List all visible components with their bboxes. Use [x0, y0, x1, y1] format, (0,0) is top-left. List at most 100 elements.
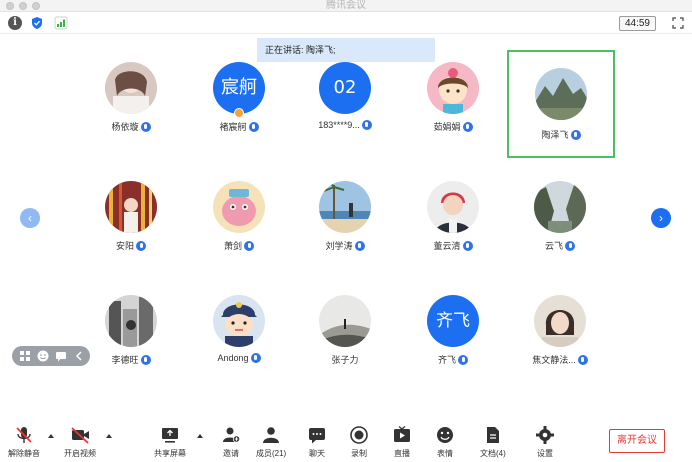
mic-icon	[136, 241, 146, 251]
participant-name: 183****9...	[318, 120, 360, 130]
participant-avatar: 宸舸	[213, 62, 265, 114]
members-button[interactable]: 成员(21)	[256, 424, 286, 459]
participant-avatar: 齐飞	[427, 295, 479, 347]
meeting-toolbar: 解除静音 开启视频 共享屏幕 邀请 成员(21) 聊天 录制 直播 表情 文档(…	[0, 418, 692, 462]
participant-tile[interactable]: 齐飞 齐飞	[400, 285, 506, 377]
signal-icon[interactable]	[54, 16, 68, 30]
participant-tile[interactable]: 董云清	[400, 171, 506, 263]
live-stream-icon	[394, 426, 410, 442]
mic-icon	[250, 353, 261, 363]
participant-tile[interactable]: 云飞	[507, 171, 613, 263]
meeting-status-bar: i 44:59	[0, 12, 692, 34]
invite-user-icon	[223, 427, 241, 443]
shield-icon[interactable]	[30, 16, 44, 30]
reactions-button[interactable]: 表情	[434, 424, 456, 459]
participant-tile[interactable]: Andong	[186, 285, 292, 377]
participant-tile[interactable]: 02 183****9...	[292, 52, 398, 144]
mic-icon	[248, 122, 259, 132]
participant-tile[interactable]: 焦文静法...	[507, 285, 613, 377]
participant-tile[interactable]: 杨依璇	[78, 52, 184, 144]
participant-tile[interactable]: 安阳	[78, 171, 184, 263]
gear-icon	[536, 426, 554, 444]
invite-button[interactable]: 邀请	[220, 424, 242, 459]
participant-tile-active[interactable]: 陶泽飞	[507, 50, 615, 158]
participant-avatar	[427, 62, 479, 114]
share-screen-icon	[162, 428, 178, 443]
emoji-icon[interactable]	[36, 349, 50, 363]
participant-avatar	[319, 295, 371, 347]
record-button[interactable]: 录制	[348, 424, 370, 459]
settings-button[interactable]: 设置	[534, 424, 556, 459]
mic-icon	[577, 355, 588, 365]
mic-icon	[462, 241, 473, 251]
info-icon[interactable]: i	[8, 16, 22, 30]
participant-name: 刘学涛	[325, 241, 353, 251]
participant-tile[interactable]: 宸舸 褚宸舸	[186, 52, 292, 144]
window-title-bar: 腾讯会议	[0, 0, 692, 12]
participant-name: 董云清	[433, 241, 461, 251]
mic-icon	[140, 122, 151, 132]
view-switcher	[12, 346, 90, 366]
participant-tile[interactable]: 茹娟娟	[400, 52, 506, 144]
mic-icon	[458, 355, 468, 365]
chat-button[interactable]: 聊天	[306, 424, 328, 459]
participant-avatar	[105, 62, 157, 114]
mic-icon	[140, 355, 151, 365]
audio-options-caret[interactable]	[48, 434, 54, 438]
window-title: 腾讯会议	[326, 0, 366, 11]
unmute-button[interactable]: 解除静音	[8, 424, 40, 459]
share-screen-button[interactable]: 共享屏幕	[154, 424, 186, 459]
mic-icon	[462, 122, 473, 132]
grid-view-icon[interactable]	[18, 349, 32, 363]
participant-name: Andong	[217, 353, 249, 363]
video-options-caret[interactable]	[106, 434, 112, 438]
participant-avatar	[105, 295, 157, 347]
mic-icon	[361, 120, 372, 130]
participant-name: 张子力	[331, 355, 359, 365]
fullscreen-icon[interactable]	[672, 17, 684, 29]
chat-bubble-icon[interactable]	[54, 349, 68, 363]
participant-avatar	[105, 181, 157, 233]
meeting-timer: 44:59	[618, 16, 656, 31]
participant-avatar	[319, 181, 371, 233]
previous-page-button[interactable]: ‹	[20, 208, 40, 228]
mic-icon	[354, 241, 365, 251]
host-icon	[234, 108, 244, 118]
participant-name: 云飞	[544, 241, 563, 251]
next-page-button[interactable]: ›	[651, 208, 671, 228]
participant-avatar	[534, 295, 586, 347]
participant-avatar	[213, 181, 265, 233]
document-icon	[486, 427, 499, 443]
participant-name: 齐飞	[437, 355, 456, 365]
participant-name: 李德旺	[111, 355, 139, 365]
participant-avatar: 02	[319, 62, 371, 114]
mic-icon	[244, 241, 254, 251]
participant-avatar	[534, 181, 586, 233]
participant-name: 焦文静法...	[532, 355, 576, 365]
participant-name: 安阳	[115, 241, 134, 251]
documents-button[interactable]: 文档(4)	[480, 424, 506, 459]
live-stream-button[interactable]: 直播	[391, 424, 413, 459]
members-icon	[263, 427, 280, 443]
smiley-icon	[437, 427, 453, 443]
participant-name: 褚宸舸	[219, 122, 247, 132]
camera-off-icon	[71, 427, 89, 444]
participant-name: 萧剑	[223, 241, 242, 251]
leave-meeting-button[interactable]: 离开会议	[609, 429, 665, 453]
participant-tile[interactable]: 萧剑	[186, 171, 292, 263]
participant-tile[interactable]: 张子力	[292, 285, 398, 377]
record-icon	[350, 426, 368, 444]
participant-tile[interactable]: 李德旺	[78, 285, 184, 377]
share-options-caret[interactable]	[197, 434, 203, 438]
participant-name: 杨依璇	[111, 122, 139, 132]
participant-avatar	[427, 181, 479, 233]
collapse-chevron-icon[interactable]	[72, 349, 86, 363]
muted-mic-icon	[16, 427, 32, 443]
mic-icon	[570, 130, 581, 140]
participant-tile[interactable]: 刘学涛	[292, 171, 398, 263]
participant-name: 陶泽飞	[541, 130, 569, 140]
start-video-button[interactable]: 开启视频	[64, 424, 96, 459]
participant-avatar	[213, 295, 265, 347]
chat-icon	[309, 428, 325, 444]
participant-avatar	[535, 68, 587, 120]
